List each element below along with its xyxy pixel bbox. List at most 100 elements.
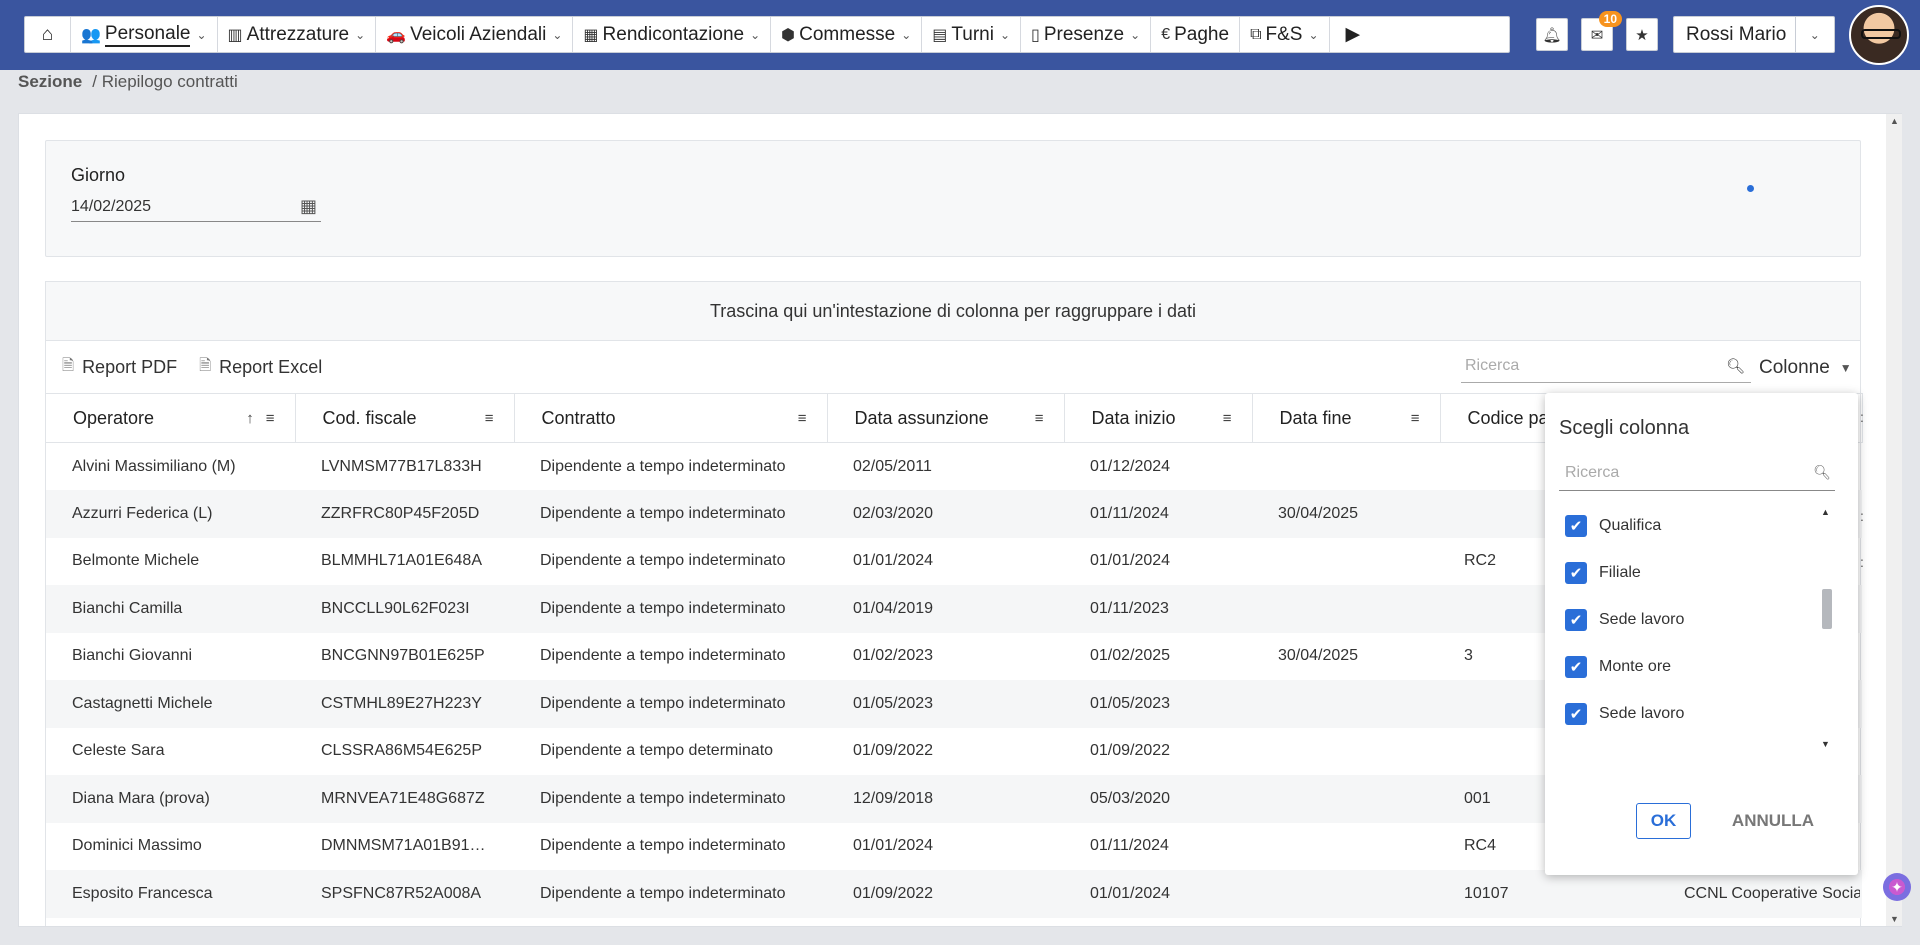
menu-veicoli-aziendali[interactable]: 🚗 Veicoli Aziendali ⌄ — [376, 17, 574, 52]
user-menu[interactable]: Rossi Mario ⌄ — [1673, 16, 1835, 53]
header-cod-fiscale[interactable]: Cod. fiscale ≡ — [295, 393, 515, 443]
checkbox-checked-icon[interactable]: ✔ — [1565, 609, 1587, 631]
filter-panel: Giorno 14/02/2025 ▦ — [45, 140, 1861, 257]
messages-badge: 10 — [1598, 11, 1622, 27]
filter-icon[interactable]: ≡ — [1411, 410, 1420, 427]
favorites-button[interactable]: ★ — [1626, 18, 1658, 51]
column-option-label: Qualifica — [1599, 517, 1662, 534]
column-option[interactable]: ✔ Qualifica — [1565, 515, 1661, 537]
euro-icon: € — [1161, 25, 1171, 43]
checkbox-checked-icon[interactable]: ✔ — [1565, 562, 1587, 584]
menu-presenze[interactable]: ▯ Presenze ⌄ — [1021, 17, 1152, 52]
report-excel-button[interactable]: 🗎 Report Excel — [199, 355, 322, 380]
menu-attrezzature[interactable]: ▥ Attrezzature ⌄ — [218, 17, 377, 52]
column-option-label: Filiale — [1599, 564, 1641, 581]
menu-turni[interactable]: ▤ Turni ⌄ — [922, 17, 1022, 52]
table-cell: 01/01/2024 — [853, 552, 934, 570]
filter-icon[interactable]: ≡ — [266, 410, 275, 427]
envelope-icon: ✉ — [1590, 26, 1604, 44]
grid-search-input[interactable]: Ricerca 🔍︎ — [1461, 349, 1751, 383]
header-operatore[interactable]: Operatore ↑ ≡ — [46, 393, 296, 443]
assistant-brain-icon[interactable]: ✦ — [1883, 873, 1911, 901]
table-cell: 01/09/2022 — [853, 742, 934, 760]
cancel-button[interactable]: ANNULLA — [1723, 803, 1823, 839]
filter-icon[interactable]: ≡ — [485, 410, 494, 427]
column-option[interactable]: ✔ Sede lavoro — [1565, 609, 1684, 631]
table-cell: LVNMSM77B17L833H — [321, 457, 482, 475]
table-cell: 01/11/2024 — [1090, 837, 1169, 855]
scroll-up-arrow[interactable]: ▲ — [1821, 507, 1830, 517]
table-row[interactable]: Esposito Francesca SPSFNC87R52A008A Dipend… — [46, 870, 1862, 918]
ok-button[interactable]: OK — [1636, 803, 1691, 839]
edge-glyph: : — [1860, 508, 1864, 524]
breadcrumb-root[interactable]: Sezione — [18, 72, 82, 92]
column-option[interactable]: ✔ Filiale — [1565, 562, 1641, 584]
chevron-down-icon: ⌄ — [1130, 27, 1141, 42]
notifications-button[interactable]: 🔔︎ — [1536, 18, 1568, 51]
calendar-icon[interactable]: ▦ — [300, 196, 321, 217]
scroll-up-arrow[interactable]: ▲ — [1890, 116, 1899, 126]
chevron-down-icon: ⌄ — [355, 27, 366, 42]
scroll-down-arrow[interactable]: ▼ — [1821, 739, 1830, 749]
date-label: Giorno — [71, 165, 126, 185]
column-chooser-title: Scegli colonna — [1559, 417, 1690, 439]
table-cell: 01/02/2023 — [853, 647, 934, 665]
scrollbar-thumb[interactable] — [1822, 589, 1832, 629]
sort-up-icon[interactable]: ↑ — [246, 410, 254, 427]
table-cell: 01/01/2024 — [1064, 870, 1252, 918]
chevron-down-icon[interactable]: ⌄ — [1794, 17, 1834, 52]
tablet-icon: ▯ — [1031, 26, 1040, 44]
table-cell — [1252, 823, 1440, 871]
table-cell — [1252, 775, 1440, 823]
bell-icon: 🔔︎ — [1542, 26, 1562, 44]
table-cell: 01/01/2024 — [853, 837, 934, 855]
avatar-glasses — [1861, 29, 1901, 39]
header-data-fine[interactable]: Data fine ≡ — [1252, 393, 1441, 443]
date-value: 14/02/2025 — [71, 197, 152, 215]
group-panel[interactable]: Trascina qui un'intestazione di colonna … — [46, 282, 1860, 341]
filter-icon[interactable]: ≡ — [1035, 410, 1044, 427]
avatar[interactable] — [1849, 5, 1909, 65]
checkbox-checked-icon[interactable]: ✔ — [1565, 515, 1587, 537]
header-data-inizio[interactable]: Data inizio ≡ — [1064, 393, 1253, 443]
chevron-down-icon: ⌄ — [901, 27, 912, 42]
table-cell: 01/04/2019 — [827, 585, 1064, 633]
table-cell: Dipendente a tempo indeterminato — [540, 457, 786, 475]
home-button[interactable]: ⌂ — [25, 17, 71, 52]
menu-paghe[interactable]: € Paghe — [1151, 17, 1241, 52]
menu-fs[interactable]: ⧉ F&S ⌄ — [1240, 17, 1330, 52]
play-button[interactable]: ▶ — [1330, 17, 1377, 52]
checkbox-checked-icon[interactable]: ✔ — [1565, 703, 1587, 725]
header-contratto[interactable]: Contratto ≡ — [514, 393, 828, 443]
scroll-down-arrow[interactable]: ▼ — [1890, 914, 1899, 924]
column-option-label: Monte ore — [1599, 658, 1672, 675]
header-data-assunzione[interactable]: Data assunzione ≡ — [827, 393, 1065, 443]
column-chooser-search-input[interactable]: Ricerca 🔍︎ — [1559, 455, 1835, 491]
messages-button[interactable]: ✉ 10 — [1581, 11, 1622, 51]
chevron-down-icon: ⌄ — [750, 27, 761, 42]
users-icon: 👥 — [81, 26, 101, 44]
menu-rendicontazione[interactable]: ▦ Rendicontazione ⌄ — [573, 17, 772, 52]
table-cell: Dipendente a tempo indeterminato — [514, 680, 827, 728]
filter-icon[interactable]: ≡ — [798, 410, 807, 427]
checkbox-checked-icon[interactable]: ✔ — [1565, 656, 1587, 678]
column-list-scrollbar[interactable]: ▲ ▼ — [1819, 507, 1833, 749]
grid-toolbar: 🗎 Report PDF 🗎 Report Excel Ricerca 🔍︎ C… — [46, 341, 1860, 393]
page-scrollbar[interactable]: ▲ ▼ — [1886, 114, 1902, 926]
column-option[interactable]: ✔ Monte ore — [1565, 656, 1671, 678]
top-navigation-bar: ⌂ 👥 Personale ⌄ ▥ Attrezzature ⌄ 🚗 Veico… — [0, 0, 1920, 70]
column-option[interactable]: ✔ Sede lavoro — [1565, 703, 1684, 725]
table-cell: 01/05/2023 — [827, 680, 1064, 728]
chevron-down-icon: ⌄ — [196, 27, 207, 42]
columns-button[interactable]: Colonne ▼ — [1759, 357, 1852, 379]
table-cell: Diana Mara (prova) — [46, 775, 295, 823]
date-input[interactable]: 14/02/2025 ▦ — [71, 192, 321, 222]
menu-commesse[interactable]: ⬢ Commesse ⌄ — [771, 17, 923, 52]
table-cell: Dominici Massimo — [72, 837, 202, 855]
menu-personale[interactable]: 👥 Personale ⌄ — [71, 17, 218, 52]
table-cell: 01/09/2022 — [1090, 742, 1171, 760]
user-name: Rossi Mario — [1686, 23, 1787, 45]
filter-icon[interactable]: ≡ — [1223, 410, 1232, 427]
table-cell — [1252, 443, 1440, 491]
report-pdf-button[interactable]: 🗎 Report PDF — [62, 355, 177, 380]
